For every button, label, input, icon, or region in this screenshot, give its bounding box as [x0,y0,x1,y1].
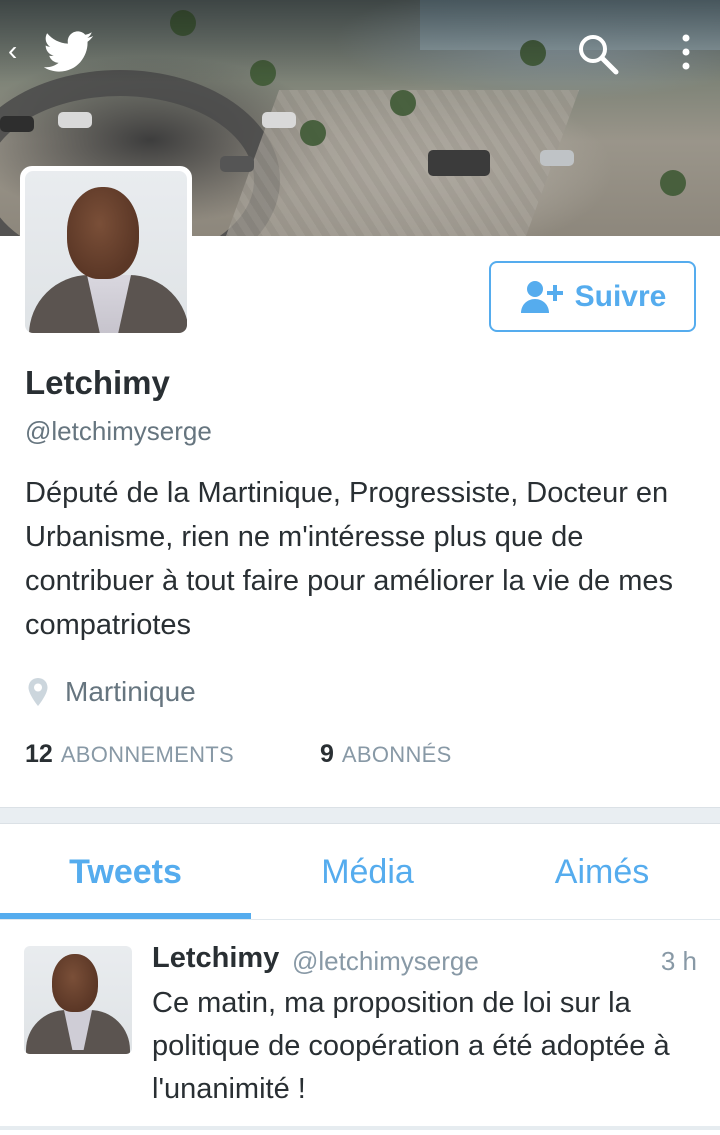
profile-stats: 12 ABONNEMENTS 9 ABONNÉS [25,740,705,776]
tab-media[interactable]: Média [251,824,484,920]
tweet-timestamp: 3 h [660,946,697,976]
back-chevron-icon[interactable]: ‹ [8,36,28,66]
tab-likes[interactable]: Aimés [484,824,720,920]
add-user-icon [520,280,563,313]
search-icon[interactable] [574,30,620,76]
tweet-header: Letchimy @letchimyserge 3 h [152,942,697,982]
followers-stat[interactable]: 9 ABONNÉS [320,740,452,769]
profile-tabs: Tweets Média Aimés [0,824,720,920]
active-tab-indicator [0,913,251,919]
followers-count: 9 [320,740,334,768]
following-label: ABONNEMENTS [60,742,235,767]
tweet-avatar[interactable] [24,946,132,1054]
tweet-author-name[interactable]: Letchimy [152,942,279,975]
followers-label: ABONNÉS [341,742,452,767]
avatar-photo [25,171,187,333]
profile-name: Letchimy [25,364,170,401]
location-text: Martinique [65,676,196,707]
twitter-bird-icon [44,31,94,72]
following-count: 12 [25,740,53,768]
avatar-face [67,187,139,279]
more-vertical-icon[interactable] [672,30,700,76]
profile-location: Martinique [27,672,196,712]
location-pin-icon [28,678,48,706]
follow-button-label: Suivre [574,279,667,313]
profile-bio: Député de la Martinique, Progressiste, D… [25,477,673,641]
profile-handle: @letchimyserge [25,416,212,446]
tweet-item[interactable]: Letchimy @letchimyserge 3 h Ce matin, ma… [0,920,720,1130]
tweet-avatar-face [52,954,98,1012]
tweet-text: Ce matin, ma proposition de loi sur la p… [152,987,670,1105]
follow-button[interactable]: Suivre [489,261,696,332]
section-divider [0,807,720,824]
profile-avatar[interactable] [20,166,192,338]
tab-tweets[interactable]: Tweets [0,824,251,920]
tweet-author-handle[interactable]: @letchimyserge [292,946,479,977]
following-stat[interactable]: 12 ABONNEMENTS [25,740,234,769]
